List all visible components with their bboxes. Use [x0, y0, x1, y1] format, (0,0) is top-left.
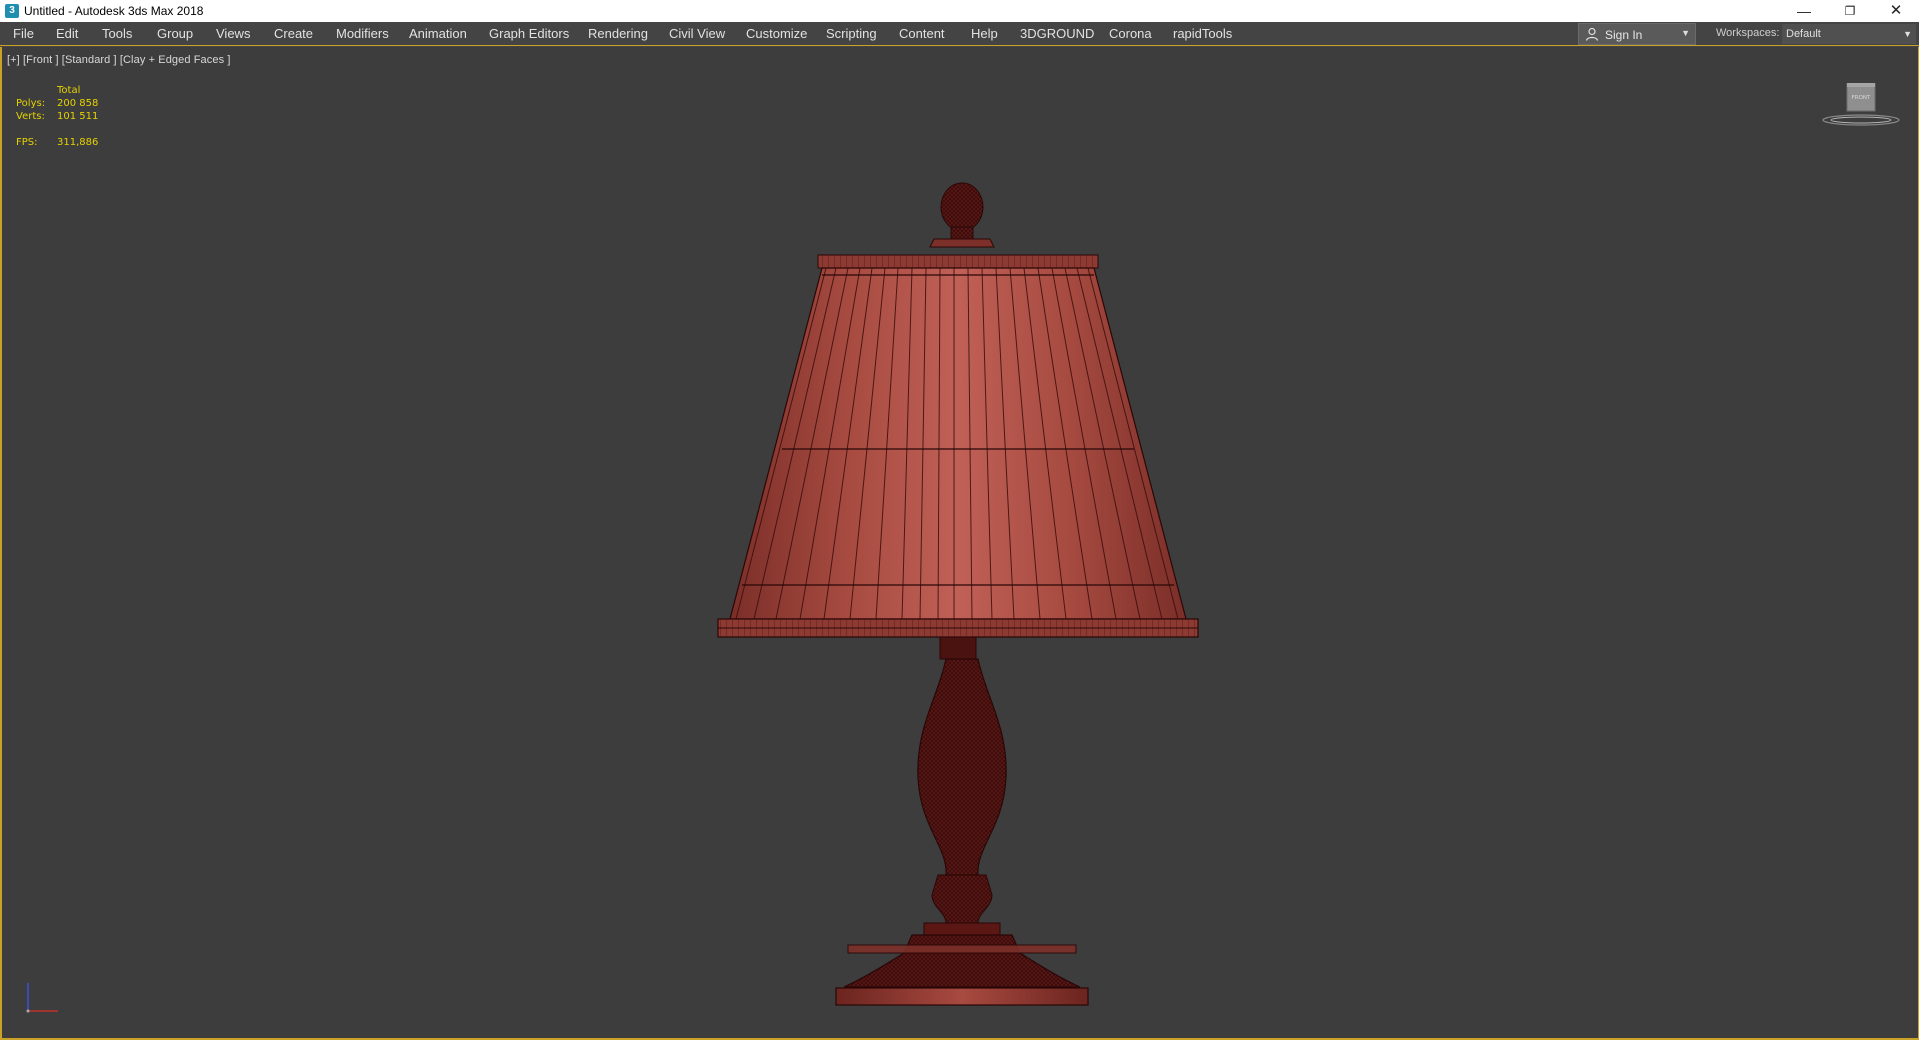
menu-group[interactable]: Group	[157, 22, 193, 46]
menu-tools[interactable]: Tools	[102, 22, 132, 46]
stats-polys-label: Polys:	[16, 98, 46, 109]
title-bar: 3 Untitled - Autodesk 3ds Max 2018 — ❐ ✕	[0, 0, 1919, 22]
sign-in-label: Sign In	[1605, 28, 1643, 42]
menu-civil-view[interactable]: Civil View	[669, 22, 725, 46]
menu-corona[interactable]: Corona	[1109, 22, 1152, 46]
menu-help[interactable]: Help	[971, 22, 998, 46]
menu-3dground[interactable]: 3DGROUND	[1020, 22, 1094, 46]
minimize-button[interactable]: —	[1781, 0, 1827, 22]
menu-modifiers[interactable]: Modifiers	[336, 22, 389, 46]
restore-button[interactable]: ❐	[1827, 0, 1873, 22]
axis-tripod-icon	[26, 983, 58, 1013]
menu-customize[interactable]: Customize	[746, 22, 807, 46]
user-icon	[1585, 27, 1599, 41]
menu-content[interactable]: Content	[899, 22, 945, 46]
lamp-3d-model[interactable]	[702, 127, 1222, 1007]
front-viewport[interactable]: [+] [Front ] [Standard ] [Clay + Edged F…	[0, 47, 1919, 1040]
menu-views[interactable]: Views	[216, 22, 250, 46]
menu-rapidtools[interactable]: rapidTools	[1173, 22, 1232, 46]
close-button[interactable]: ✕	[1873, 0, 1919, 22]
viewport-label-menu[interactable]: [+] [Front ] [Standard ] [Clay + Edged F…	[7, 54, 231, 66]
stats-fps-value: 311,886	[57, 137, 99, 148]
menu-graph-editors[interactable]: Graph Editors	[489, 22, 569, 46]
stats-verts-label: Verts:	[16, 111, 45, 122]
menu-create[interactable]: Create	[274, 22, 313, 46]
stats-polys-value: 200 858	[57, 98, 99, 109]
menu-scripting[interactable]: Scripting	[826, 22, 877, 46]
chevron-down-icon: ▼	[1903, 29, 1912, 39]
menu-rendering[interactable]: Rendering	[588, 22, 648, 46]
stats-verts-value: 101 511	[57, 111, 99, 122]
window-title: Untitled - Autodesk 3ds Max 2018	[24, 4, 204, 18]
workspaces-select[interactable]: Default ▼	[1782, 24, 1916, 44]
viewcube-widget[interactable]: FRONT	[1820, 83, 1902, 129]
menu-animation[interactable]: Animation	[409, 22, 467, 46]
viewcube-face-label: FRONT	[1852, 95, 1871, 101]
sign-in-dropdown[interactable]: Sign In ▼	[1578, 23, 1696, 45]
menu-edit[interactable]: Edit	[56, 22, 78, 46]
workspaces-selected-value: Default	[1786, 28, 1821, 40]
stats-fps-label: FPS:	[16, 137, 38, 148]
chevron-down-icon: ▼	[1681, 28, 1690, 38]
app-logo-icon: 3	[5, 4, 19, 18]
menu-file[interactable]: File	[13, 22, 34, 46]
workspaces-label: Workspaces:	[1716, 27, 1780, 39]
stats-header: Total	[57, 85, 81, 96]
